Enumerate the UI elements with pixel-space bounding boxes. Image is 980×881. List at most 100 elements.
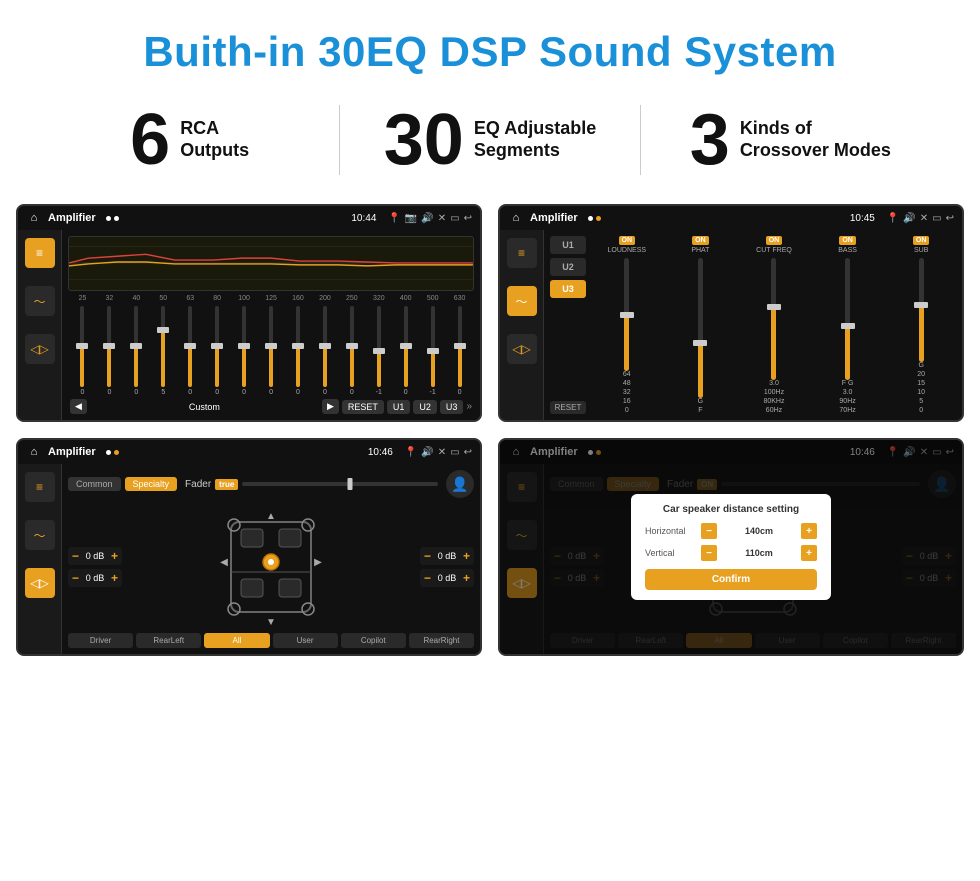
vol-minus-rr[interactable]: − — [424, 571, 431, 585]
eq-slider-6[interactable]: 0 — [232, 304, 257, 396]
screen-title-1: Amplifier — [48, 212, 96, 224]
eq-slider-11[interactable]: -1 — [366, 304, 391, 396]
dot-2b — [596, 216, 601, 221]
channel-phat: ON PHAT GF — [666, 236, 736, 414]
stat-label-rca: RCA — [180, 118, 249, 140]
window-icon-2: ▭ — [932, 213, 941, 224]
tab-common[interactable]: Common — [68, 477, 121, 491]
eq-slider-12[interactable]: 0 — [393, 304, 418, 396]
btn-rearright[interactable]: RearRight — [409, 633, 474, 648]
eq-slider-2[interactable]: 0 — [124, 304, 149, 396]
confirm-button[interactable]: Confirm — [645, 569, 817, 590]
eq-slider-0[interactable]: 0 — [70, 304, 95, 396]
stat-sublabel-crossover: Crossover Modes — [740, 140, 891, 162]
unit-u1-btn[interactable]: U1 — [550, 236, 586, 254]
cutfreq-slider[interactable] — [771, 258, 776, 380]
speaker-sidebar-btn[interactable]: ◁▷ — [507, 334, 537, 364]
dot-3b — [114, 450, 119, 455]
eq-slider-1[interactable]: 0 — [97, 304, 122, 396]
fader-main: − 0 dB + − 0 dB + — [68, 504, 474, 629]
eq-sidebar-btn[interactable]: ≡ — [507, 238, 537, 268]
tab-specialty[interactable]: Specialty — [125, 477, 178, 491]
eq-slider-9[interactable]: 0 — [312, 304, 337, 396]
svg-text:▼: ▼ — [266, 617, 276, 627]
eq-slider-3[interactable]: 5 — [151, 304, 176, 396]
stat-sublabel-rca: Outputs — [180, 140, 249, 162]
vol-val-fr: 0 dB — [433, 551, 461, 561]
fader-on-badge: true — [215, 479, 238, 490]
status-bar-3: ⌂ Amplifier 10:46 📍 🔊 ✕ ▭ ↩ — [18, 440, 480, 464]
vol-plus-rr[interactable]: + — [463, 571, 470, 585]
vol-plus-fr[interactable]: + — [463, 549, 470, 563]
loudness-slider[interactable] — [624, 258, 629, 371]
vol-val-rl: 0 dB — [81, 573, 109, 583]
unit-u2-btn[interactable]: U2 — [550, 258, 586, 276]
eq-btn[interactable]: ≡ — [25, 238, 55, 268]
status-dot-play — [114, 216, 119, 221]
status-time-3: 10:46 — [368, 447, 393, 458]
eq-slider-14[interactable]: 0 — [447, 304, 472, 396]
car-svg: ▲ ▼ ◀ ▶ — [216, 507, 326, 627]
status-bar-2: ⌂ Amplifier 10:45 📍 🔊 ✕ ▭ ↩ — [500, 206, 962, 230]
btn-rearleft[interactable]: RearLeft — [136, 633, 201, 648]
fader-slider[interactable] — [242, 482, 438, 486]
eq-slider-7[interactable]: 0 — [259, 304, 284, 396]
vol-plus-rl[interactable]: + — [111, 571, 118, 585]
btn-copilot[interactable]: Copilot — [341, 633, 406, 648]
sub-slider[interactable] — [919, 258, 924, 362]
screen-crossover: ⌂ Amplifier 10:45 📍 🔊 ✕ ▭ ↩ ≡ 〜 ◁▷ — [498, 204, 964, 422]
dialog-horizontal-plus[interactable]: + — [801, 523, 817, 539]
home-icon-3[interactable]: ⌂ — [26, 444, 42, 460]
wave-sidebar-btn[interactable]: 〜 — [507, 286, 537, 316]
home-icon-2[interactable]: ⌂ — [508, 210, 524, 226]
eq-slider-8[interactable]: 0 — [286, 304, 311, 396]
speaker-fader-btn[interactable]: ◁▷ — [25, 568, 55, 598]
eq-sliders-area: 25 32 40 50 63 80 100 125 160 200 250 32… — [68, 295, 474, 396]
eq-slider-10[interactable]: 0 — [339, 304, 364, 396]
eq-prev-btn[interactable]: ◀ — [70, 399, 87, 414]
speaker-btn[interactable]: ◁▷ — [25, 334, 55, 364]
eq-fader-btn[interactable]: ≡ — [25, 472, 55, 502]
vol-plus-fl[interactable]: + — [111, 549, 118, 563]
btn-user[interactable]: User — [273, 633, 338, 648]
right-vol-controls: − 0 dB + − 0 dB + — [420, 504, 474, 629]
stat-divider-2 — [640, 105, 641, 175]
close-icon-3: ✕ — [438, 447, 446, 458]
phat-on: ON — [692, 236, 709, 245]
volume-icon-2: 🔊 — [903, 213, 915, 224]
eq-next-btn[interactable]: ▶ — [322, 399, 339, 414]
status-bar-1: ⌂ Amplifier 10:44 📍 📷 🔊 ✕ ▭ ↩ — [18, 206, 480, 230]
eq-u3-btn[interactable]: U3 — [440, 400, 464, 414]
eq-reset-btn[interactable]: RESET — [342, 400, 384, 414]
crossover-units: U1 U2 U3 RESET — [550, 236, 586, 414]
vol-minus-rl[interactable]: − — [72, 571, 79, 585]
wave-btn[interactable]: 〜 — [25, 286, 55, 316]
btn-driver[interactable]: Driver — [68, 633, 133, 648]
eq-more-btn[interactable]: » — [466, 401, 472, 412]
eq-u2-btn[interactable]: U2 — [413, 400, 437, 414]
crossover-reset-btn[interactable]: RESET — [550, 401, 586, 414]
dialog-vertical-plus[interactable]: + — [801, 545, 817, 561]
dialog-vertical-minus[interactable]: − — [701, 545, 717, 561]
back-icon: ↩ — [464, 213, 472, 224]
bass-slider[interactable] — [845, 258, 850, 380]
stat-number-rca: 6 — [130, 104, 170, 176]
eq-panel: 25 32 40 50 63 80 100 125 160 200 250 32… — [62, 230, 480, 420]
vol-minus-fr[interactable]: − — [424, 549, 431, 563]
screen-title-3: Amplifier — [48, 446, 96, 458]
eq-slider-4[interactable]: 0 — [178, 304, 203, 396]
vol-minus-fl[interactable]: − — [72, 549, 79, 563]
status-icons-1: 📍 📷 🔊 ✕ ▭ ↩ — [388, 213, 472, 224]
dialog-horizontal-minus[interactable]: − — [701, 523, 717, 539]
eq-slider-5[interactable]: 0 — [205, 304, 230, 396]
home-icon[interactable]: ⌂ — [26, 210, 42, 226]
phat-slider[interactable] — [698, 258, 703, 398]
btn-all[interactable]: All — [204, 633, 269, 648]
eq-u1-btn[interactable]: U1 — [387, 400, 411, 414]
stat-divider-1 — [339, 105, 340, 175]
screen-content-eq: ≡ 〜 ◁▷ — [18, 230, 480, 420]
unit-u3-btn[interactable]: U3 — [550, 280, 586, 298]
wave-fader-btn[interactable]: 〜 — [25, 520, 55, 550]
eq-slider-13[interactable]: -1 — [420, 304, 445, 396]
stat-label-eq: EQ Adjustable — [474, 118, 596, 140]
